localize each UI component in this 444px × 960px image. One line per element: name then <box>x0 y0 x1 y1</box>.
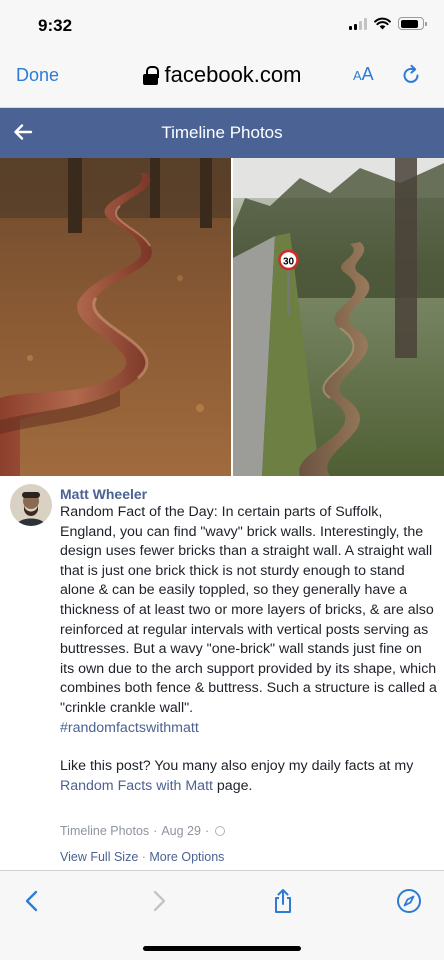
globe-icon <box>215 826 226 836</box>
text-size-small-a: A <box>353 68 362 83</box>
page-title: Timeline Photos <box>161 123 283 142</box>
home-indicator <box>143 946 301 951</box>
post-date[interactable]: Aug 29 <box>161 824 201 838</box>
battery-icon <box>398 17 427 30</box>
cta-suffix: page. <box>212 777 253 794</box>
browser-bar: Done facebook.com AA <box>0 50 444 108</box>
status-bar: 9:32 <box>0 0 444 50</box>
url-text: facebook.com <box>164 62 302 87</box>
speed-sign-text: 30 <box>283 257 295 268</box>
chevron-left-icon[interactable] <box>20 888 46 914</box>
avatar[interactable] <box>10 484 52 526</box>
text-size-large-a: A <box>361 64 374 84</box>
meta-separator: · <box>204 824 210 838</box>
share-icon[interactable] <box>270 888 296 914</box>
lock-icon <box>142 65 159 85</box>
facebook-header: Timeline Photos <box>0 108 444 158</box>
timeline-photo[interactable]: 30 <box>0 158 444 476</box>
page-link[interactable]: Random Facts with Matt <box>60 778 213 794</box>
cta-prefix: Like this post? You many also enjoy my d… <box>60 758 414 775</box>
status-time: 9:32 <box>38 16 73 35</box>
address-bar[interactable]: facebook.com <box>0 62 444 88</box>
post-text: Random Fact of the Day: In certain parts… <box>60 504 437 716</box>
battery-level <box>400 19 419 28</box>
wifi-icon <box>374 17 391 30</box>
post-cta: Like this post? You many also enjoy my d… <box>60 757 438 796</box>
compass-icon[interactable] <box>396 888 422 914</box>
reload-icon[interactable] <box>399 63 423 87</box>
post-meta: Timeline Photos · Aug 29 · <box>60 824 226 838</box>
more-options-link[interactable]: More Options <box>149 850 224 864</box>
cellular-signal-icon <box>349 17 367 30</box>
chevron-right-icon[interactable] <box>145 888 171 914</box>
album-link[interactable]: Timeline Photos <box>60 824 149 838</box>
meta-separator: · <box>153 824 158 838</box>
view-full-size-link[interactable]: View Full Size <box>60 850 138 864</box>
status-icons <box>349 17 427 30</box>
post-body: Random Fact of the Day: In certain parts… <box>60 503 438 796</box>
actions-separator: · <box>138 850 150 864</box>
hashtag-link[interactable]: #randomfactswithmatt <box>60 719 438 739</box>
text-size-button[interactable]: AA <box>353 64 374 85</box>
post-actions: View Full Size · More Options <box>60 850 224 864</box>
post-author[interactable]: Matt Wheeler <box>60 486 147 502</box>
